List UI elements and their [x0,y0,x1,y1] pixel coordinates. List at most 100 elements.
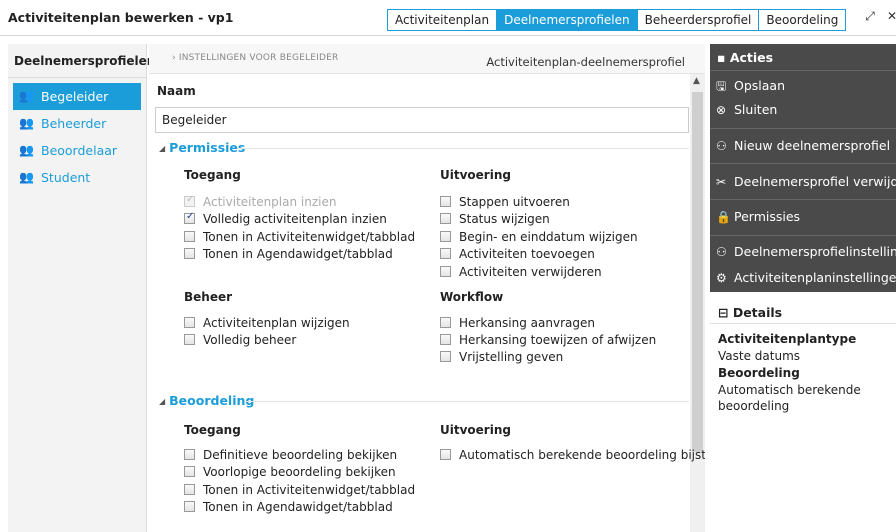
users-icon: 👥 [19,89,34,103]
profile-type-label: Activiteitenplan-deelnemersprofiel [486,55,685,69]
tab-activiteitenplan[interactable]: Activiteitenplan [387,9,498,31]
checkbox[interactable] [440,196,451,207]
permissions-button[interactable]: 🔒 Permissies [716,209,800,224]
checkbox-herkansing-toewijzen[interactable]: Herkansing toewijzen of afwijzen [440,333,656,347]
tab-bar: Activiteitenplan Deelnemersprofielen Beh… [387,9,847,31]
checkbox[interactable] [184,484,195,495]
checkbox-label: Activiteitenplan wijzigen [203,316,350,330]
actions-panel: ▪ Acties 🖫 Opslaan ⊗ Sluiten ⚇ Nieuw deelne… [710,44,896,265]
checkbox-beoordeling-agendawidget[interactable]: Tonen in Agendawidget/tabblad [184,500,393,514]
checkbox[interactable] [184,334,195,345]
checkbox-voorlopige-beoordeling[interactable]: Voorlopige beoordeling bekijken [184,465,396,479]
new-profile-button[interactable]: ⚇ Nieuw deelnemersprofiel [716,138,890,153]
checkbox[interactable] [440,351,451,362]
checkbox[interactable] [440,317,451,328]
checkbox[interactable] [184,466,195,477]
sidebar-item-beheerder[interactable]: 👥 Beheerder [13,110,141,137]
checkbox-activiteitenwidget[interactable]: Tonen in Activiteitenwidget/tabblad [184,230,415,244]
checkbox[interactable] [184,231,195,242]
checkbox[interactable] [184,211,195,224]
tab-deelnemersprofielen[interactable]: Deelnemersprofielen [497,9,638,31]
checkbox[interactable] [184,449,195,460]
checkbox-definitieve-beoordeling[interactable]: Definitieve beoordeling bekijken [184,448,397,462]
delete-profile-button[interactable]: ✂ Deelnemersprofiel verwijd... [716,174,896,189]
checkbox-label: Herkansing aanvragen [459,316,595,330]
collapse-triangle-icon: ◢ [159,144,166,153]
checkbox-stappen-uitvoeren[interactable]: Stappen uitvoeren [440,195,570,209]
group-beoordeling-uitvoering: Uitvoering [440,423,511,437]
save-button[interactable]: 🖫 Opslaan [716,77,785,98]
checkbox-label: Status wijzigen [459,212,550,226]
checkbox-volledig-inzien[interactable]: Volledig activiteitenplan inzien [184,211,387,226]
checkbox[interactable] [440,248,451,259]
section-beoordeling-label: Beoordeling [169,393,255,408]
breadcrumb-bar: › INSTELLINGEN VOOR BEGELEIDER Activitei… [149,44,705,74]
checkbox-label: Activiteiten verwijderen [459,265,602,279]
sidebar-item-label: Beheerder [41,116,107,131]
section-beoordeling[interactable]: ◢ Beoordeling [159,393,254,408]
checkbox-activiteitenplan-wijzigen[interactable]: Activiteitenplan wijzigen [184,316,350,330]
plantype-label: Activiteitenplantype [718,332,857,346]
group-uitvoering: Uitvoering [440,168,511,182]
checkbox-status-wijzigen[interactable]: Status wijzigen [440,212,550,226]
checkbox[interactable] [440,231,451,242]
users-icon: 👥 [19,143,34,157]
checkbox[interactable] [440,213,451,224]
checkbox[interactable] [184,501,195,512]
checkbox-agendawidget[interactable]: Tonen in Agendawidget/tabblad [184,247,393,261]
users-icon: 👥 [19,170,34,184]
breadcrumb[interactable]: › INSTELLINGEN VOOR BEGELEIDER [172,53,338,63]
plan-settings-button[interactable]: ⚙ Activiteitenplaninstellingen [716,270,896,285]
scroll-thumb[interactable] [692,92,703,452]
checkbox-label: Stappen uitvoeren [459,195,570,209]
tab-beoordeling[interactable]: Beoordeling [759,9,847,31]
details-header[interactable]: ⊟ Details [710,300,896,324]
actions-title: Acties [729,50,774,65]
sidebar-item-student[interactable]: 👥 Student [13,164,141,191]
beoordeling-value: Automatisch berekende beoordeling [718,383,861,413]
close-icon[interactable]: ✕ [884,9,896,25]
section-permissies[interactable]: ◢ Permissies [159,140,245,155]
checkbox-vrijstelling-geven[interactable]: Vrijstelling geven [440,350,563,364]
divider [710,199,896,200]
naam-label: Naam [157,84,196,98]
checkbox-datum-wijzigen[interactable]: Begin- en einddatum wijzigen [440,230,638,244]
sidebar-item-beoordelaar[interactable]: 👥 Beoordelaar [13,137,141,164]
checkbox-automatisch-berekend[interactable]: Automatisch berekende beoordeling bijst [440,448,705,462]
expand-icon[interactable]: ⤢ [862,9,878,25]
divider [239,148,689,149]
checkbox-label: Tonen in Agendawidget/tabblad [203,247,393,261]
profile-settings-button[interactable]: ⚇ Deelnemersprofielinstellin... [716,244,896,259]
checkbox[interactable] [440,449,451,460]
checkbox[interactable] [440,334,451,345]
scrollbar[interactable]: ▲ [690,74,705,532]
checkbox-label: Voorlopige beoordeling bekijken [203,465,396,479]
collapse-icon: ▪ [717,50,730,65]
checkbox-activiteiten-verwijderen[interactable]: Activiteiten verwijderen [440,265,602,279]
checkbox-label: Tonen in Agendawidget/tabblad [203,500,393,514]
checkbox[interactable] [184,317,195,328]
checkbox-herkansing-aanvragen[interactable]: Herkansing aanvragen [440,316,595,330]
checkbox-label: Activiteiten toevoegen [459,247,595,261]
sidebar-item-label: Beoordelaar [41,143,118,158]
beoordeling-label: Beoordeling [718,366,800,380]
checkbox-label: Begin- en einddatum wijzigen [459,230,638,244]
details-panel: ⊟ Details Activiteitenplantype Vaste dat… [710,300,896,532]
checkbox-label: Tonen in Activiteitenwidget/tabblad [203,230,416,244]
checkbox-activiteiten-toevoegen[interactable]: Activiteiten toevoegen [440,247,595,261]
sidebar-item-begeleider[interactable]: 👥 Begeleider [13,83,141,110]
lock-icon: 🔒 [716,210,731,224]
plan-settings-row[interactable]: ⚙ Activiteitenplaninstellingen [710,265,896,292]
naam-input[interactable] [155,107,689,133]
scroll-up-icon[interactable]: ▲ [693,76,700,86]
actions-header[interactable]: ▪ Acties [717,50,773,65]
checkbox-volledig-beheer[interactable]: Volledig beheer [184,333,296,347]
tab-beheerdersprofiel[interactable]: Beheerdersprofiel [637,9,760,31]
checkbox[interactable] [184,248,195,259]
users-settings-icon: ⚇ [716,245,727,259]
close-button[interactable]: ⊗ Sluiten [716,102,777,117]
sidebar-item-label: Student [41,170,91,185]
checkbox[interactable] [440,266,451,277]
checkbox-label: Herkansing toewijzen of afwijzen [459,333,657,347]
checkbox-beoordeling-activiteitenwidget[interactable]: Tonen in Activiteitenwidget/tabblad [184,483,415,497]
